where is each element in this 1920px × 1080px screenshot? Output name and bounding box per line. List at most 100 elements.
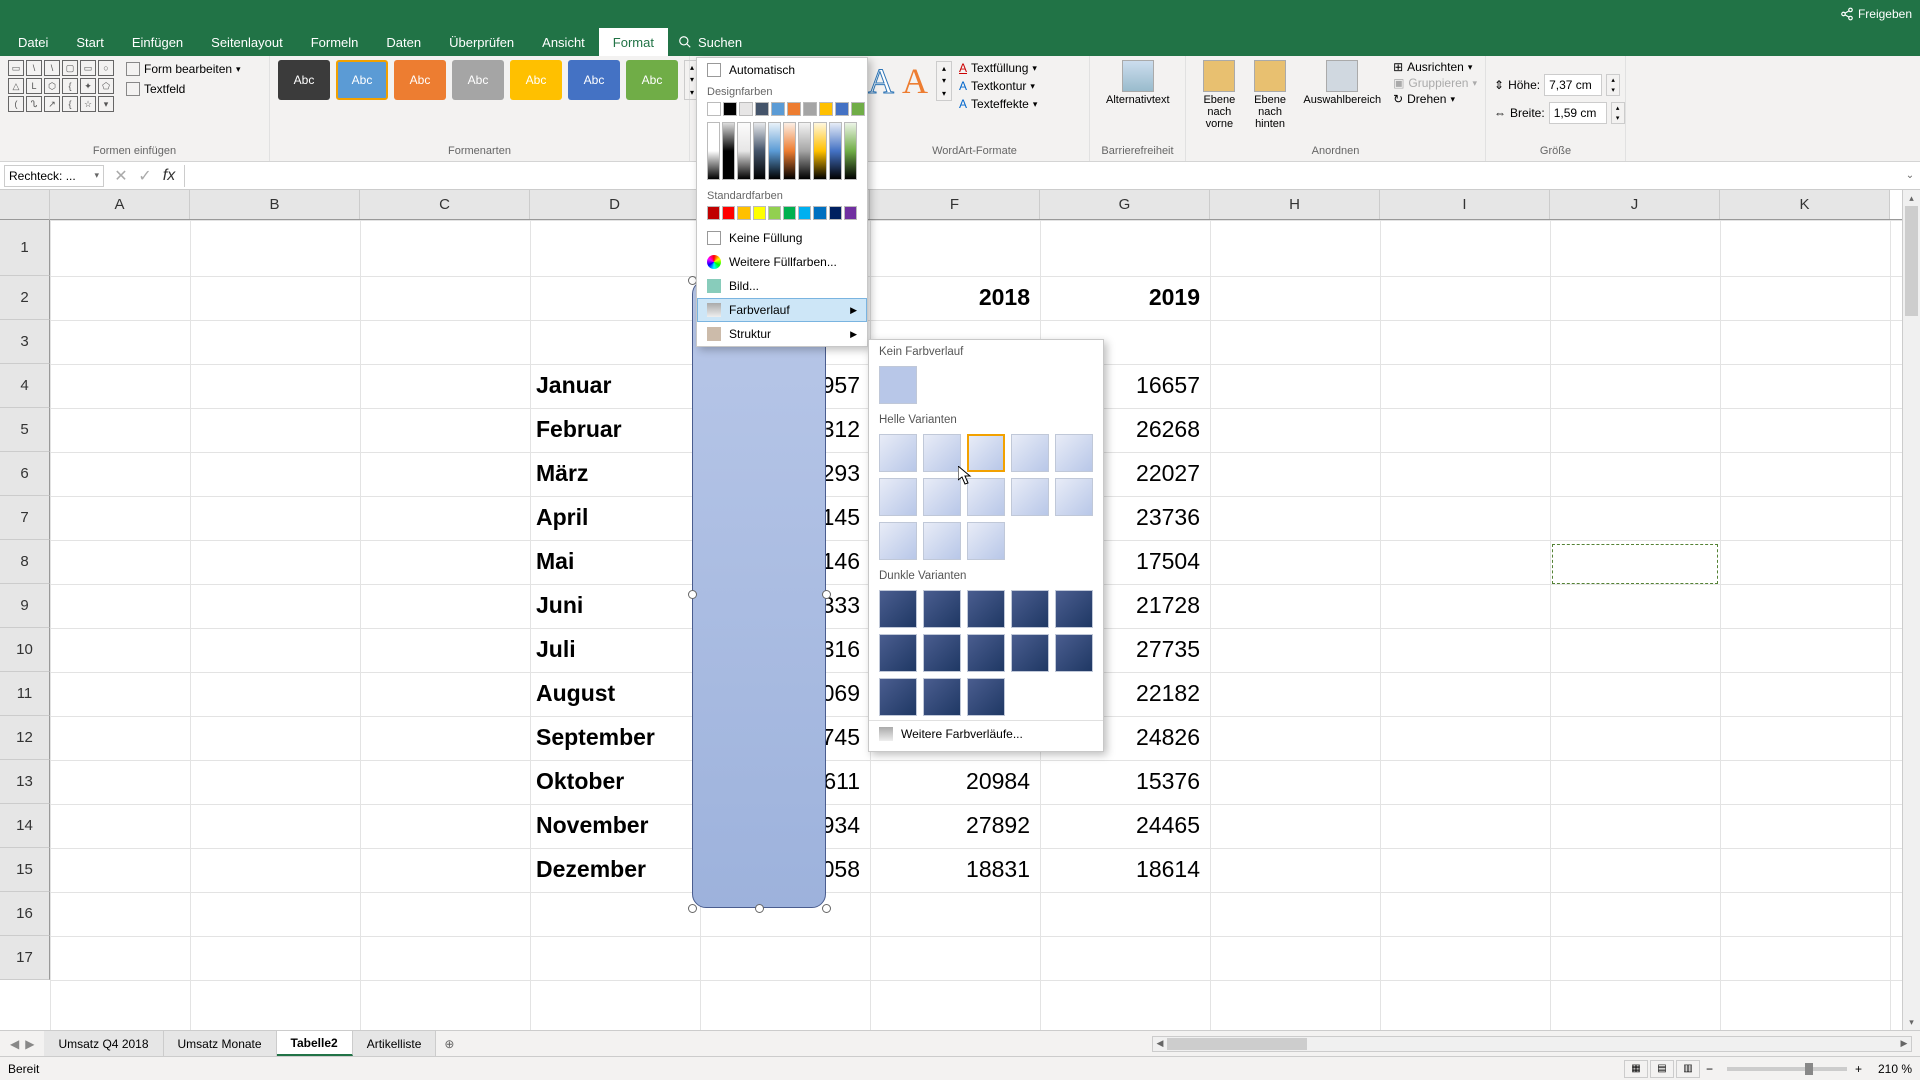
scroll-down[interactable]: ▾ <box>1903 1014 1920 1030</box>
col-header-F[interactable]: F <box>870 190 1040 219</box>
vscroll-thumb[interactable] <box>1905 206 1918 316</box>
wordart-style-2[interactable]: A <box>902 60 928 102</box>
theme-color-swatch[interactable] <box>707 102 721 116</box>
resize-handle[interactable] <box>688 904 697 913</box>
theme-color-swatch[interactable] <box>739 102 753 116</box>
resize-handle[interactable] <box>822 904 831 913</box>
name-box-arrow[interactable]: ▾ <box>94 170 99 181</box>
resize-handle[interactable] <box>755 904 764 913</box>
row-header-8[interactable]: 8 <box>0 540 50 584</box>
sheet-tab-0[interactable]: Umsatz Q4 2018 <box>44 1031 163 1056</box>
cell-G2[interactable]: 2019 <box>1044 284 1200 311</box>
tab-format[interactable]: Format <box>599 28 668 56</box>
dark-gradient-4[interactable] <box>1055 590 1093 628</box>
text-fill-button[interactable]: ATextfüllung▾ <box>958 60 1038 76</box>
dark-gradient-1[interactable] <box>923 590 961 628</box>
cell-G13[interactable]: 15376 <box>1044 768 1200 795</box>
style-green[interactable]: Abc <box>626 60 678 100</box>
col-header-H[interactable]: H <box>1210 190 1380 219</box>
text-effects-button[interactable]: ATexteffekte▾ <box>958 96 1038 112</box>
theme-color-swatch[interactable] <box>787 102 801 116</box>
wordart-style-1[interactable]: A <box>868 60 894 102</box>
textbox-button[interactable]: Textfeld <box>122 80 245 98</box>
light-gradient-5[interactable] <box>879 478 917 516</box>
style-blue2[interactable]: Abc <box>568 60 620 100</box>
style-black[interactable]: Abc <box>278 60 330 100</box>
name-box[interactable]: Rechteck: ... ▾ <box>4 165 104 187</box>
rotate-button[interactable]: ↻Drehen▾ <box>1393 92 1477 106</box>
cell-D13[interactable]: Oktober <box>536 768 624 795</box>
alt-text-button[interactable]: Alternativtext <box>1098 60 1178 106</box>
zoom-slider[interactable] <box>1727 1067 1847 1071</box>
theme-tint-column[interactable] <box>783 122 796 180</box>
selection-pane-button[interactable]: Auswahlbereich <box>1295 60 1389 106</box>
theme-tint-column[interactable] <box>722 122 735 180</box>
standard-color-swatch[interactable] <box>722 206 735 220</box>
dark-gradient-0[interactable] <box>879 590 917 628</box>
view-page-layout[interactable]: ▤ <box>1650 1060 1674 1078</box>
fill-automatic[interactable]: Automatisch <box>697 58 867 82</box>
dark-gradient-7[interactable] <box>967 634 1005 672</box>
resize-handle[interactable] <box>822 590 831 599</box>
cell-D14[interactable]: November <box>536 812 648 839</box>
theme-tint-column[interactable] <box>844 122 857 180</box>
height-input[interactable] <box>1544 74 1602 96</box>
tab-daten[interactable]: Daten <box>372 28 435 56</box>
col-header-A[interactable]: A <box>50 190 190 219</box>
row-header-2[interactable]: 2 <box>0 276 50 320</box>
col-header-I[interactable]: I <box>1380 190 1550 219</box>
light-gradient-4[interactable] <box>1055 434 1093 472</box>
dark-gradient-3[interactable] <box>1011 590 1049 628</box>
standard-color-swatch[interactable] <box>844 206 857 220</box>
view-page-break[interactable]: ▥ <box>1676 1060 1700 1078</box>
row-header-14[interactable]: 14 <box>0 804 50 848</box>
row-header-9[interactable]: 9 <box>0 584 50 628</box>
more-fill-colors[interactable]: Weitere Füllfarben... <box>697 250 867 274</box>
col-header-G[interactable]: G <box>1040 190 1210 219</box>
row-header-1[interactable]: 1 <box>0 220 50 276</box>
row-header-3[interactable]: 3 <box>0 320 50 364</box>
row-header-16[interactable]: 16 <box>0 892 50 936</box>
theme-color-swatch[interactable] <box>819 102 833 116</box>
theme-color-swatch[interactable] <box>851 102 865 116</box>
standard-color-swatch[interactable] <box>768 206 781 220</box>
cell-F15[interactable]: 18831 <box>874 856 1030 883</box>
cell-D4[interactable]: Januar <box>536 372 611 399</box>
cell-D6[interactable]: März <box>536 460 588 487</box>
style-orange[interactable]: Abc <box>394 60 446 100</box>
theme-color-swatch[interactable] <box>755 102 769 116</box>
light-gradient-3[interactable] <box>1011 434 1049 472</box>
row-header-6[interactable]: 6 <box>0 452 50 496</box>
light-gradient-9[interactable] <box>1055 478 1093 516</box>
theme-color-swatch[interactable] <box>723 102 737 116</box>
theme-color-swatch[interactable] <box>835 102 849 116</box>
theme-tint-column[interactable] <box>737 122 750 180</box>
row-header-12[interactable]: 12 <box>0 716 50 760</box>
light-gradient-8[interactable] <box>1011 478 1049 516</box>
selected-shape[interactable] <box>692 280 826 908</box>
light-gradient-2[interactable] <box>967 434 1005 472</box>
col-header-J[interactable]: J <box>1550 190 1720 219</box>
row-header-15[interactable]: 15 <box>0 848 50 892</box>
wordart-expand[interactable]: ▴▾▾ <box>936 61 952 101</box>
light-gradient-0[interactable] <box>879 434 917 472</box>
theme-tint-column[interactable] <box>798 122 811 180</box>
fill-texture[interactable]: Struktur▶ <box>697 322 867 346</box>
cell-G15[interactable]: 18614 <box>1044 856 1200 883</box>
dark-gradient-2[interactable] <box>967 590 1005 628</box>
cell-D12[interactable]: September <box>536 724 655 751</box>
scroll-up[interactable]: ▴ <box>1903 190 1920 206</box>
edit-shape-button[interactable]: Form bearbeiten▾ <box>122 60 245 78</box>
no-gradient-swatch[interactable] <box>879 366 917 404</box>
row-header-5[interactable]: 5 <box>0 408 50 452</box>
cell-F14[interactable]: 27892 <box>874 812 1030 839</box>
hscroll-thumb[interactable] <box>1167 1038 1307 1050</box>
zoom-knob[interactable] <box>1805 1063 1813 1075</box>
theme-tint-column[interactable] <box>768 122 781 180</box>
dark-gradient-9[interactable] <box>1055 634 1093 672</box>
cell-F2[interactable]: 2018 <box>874 284 1030 311</box>
light-gradient-12[interactable] <box>967 522 1005 560</box>
tab-formeln[interactable]: Formeln <box>297 28 373 56</box>
theme-tint-column[interactable] <box>829 122 842 180</box>
select-all-corner[interactable] <box>0 190 50 220</box>
